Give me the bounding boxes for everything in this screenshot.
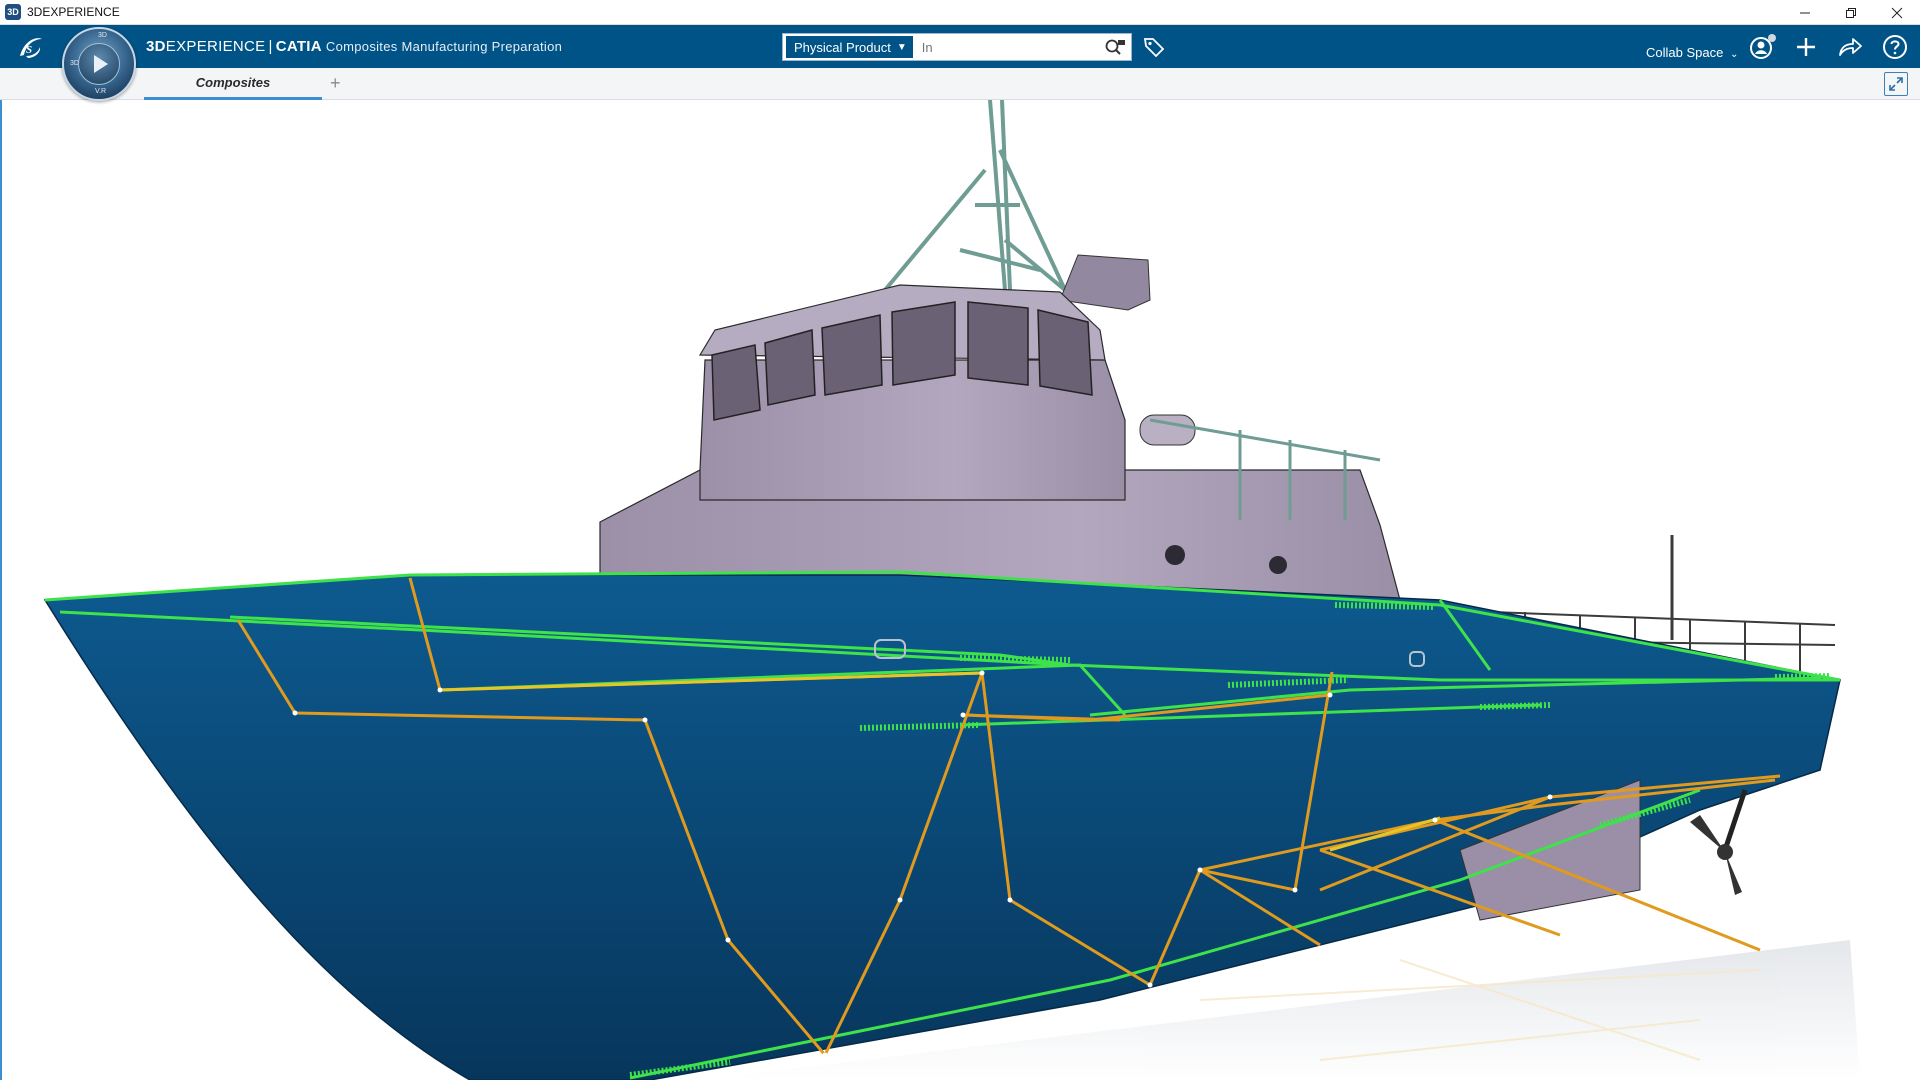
ds-logo-icon[interactable]: S bbox=[14, 31, 48, 63]
chevron-down-icon: ⌄ bbox=[1729, 49, 1739, 60]
share-button[interactable] bbox=[1835, 32, 1865, 62]
app-topbar: S 3DEXPERIENCE | CATIA Composites Manufactu… bbox=[0, 25, 1920, 68]
close-icon bbox=[1891, 7, 1903, 18]
minimize-icon bbox=[1800, 12, 1810, 13]
svg-text:S: S bbox=[26, 44, 32, 56]
user-button[interactable] bbox=[1748, 32, 1778, 62]
window-titlebar: 3D 3DEXPERIENCE bbox=[0, 0, 1920, 25]
brand-product: CATIA bbox=[275, 38, 322, 55]
compass-label-bottom: V.R bbox=[95, 88, 107, 95]
app-name: Composites Manufacturing Preparation bbox=[325, 39, 563, 54]
add-tab-button[interactable]: + bbox=[330, 73, 341, 94]
boat-model[interactable] bbox=[0, 100, 1920, 1080]
collab-space-label: Collab Space bbox=[1646, 45, 1724, 60]
mast bbox=[883, 100, 1067, 292]
brand-title: 3DEXPERIENCE | CATIA Composites Manufacturi… bbox=[146, 38, 562, 55]
help-button[interactable] bbox=[1880, 32, 1910, 62]
3d-viewport[interactable] bbox=[0, 100, 1920, 1080]
share-icon bbox=[1839, 38, 1862, 56]
search-box: Physical Product ▼ bbox=[782, 33, 1132, 61]
chevron-down-icon: ▼ bbox=[896, 41, 907, 53]
restore-icon bbox=[1846, 7, 1856, 18]
user-icon bbox=[1750, 34, 1776, 59]
add-button[interactable] bbox=[1791, 32, 1821, 62]
tag-icon[interactable] bbox=[1142, 35, 1166, 59]
search-scope-select[interactable]: Physical Product ▼ bbox=[786, 36, 913, 58]
tab-composites[interactable]: Composites bbox=[144, 68, 322, 100]
search-icon[interactable] bbox=[1103, 36, 1127, 58]
window-title: 3DEXPERIENCE bbox=[27, 5, 120, 19]
brand-3d: 3D bbox=[146, 38, 166, 55]
radar-housing bbox=[1059, 254, 1151, 311]
compass-label-top: 3D bbox=[98, 32, 107, 39]
plus-icon bbox=[1797, 38, 1815, 56]
fullscreen-icon bbox=[1889, 77, 1903, 91]
viewport-left-border bbox=[0, 100, 2, 1080]
minimize-button[interactable] bbox=[1782, 0, 1828, 25]
search-input[interactable] bbox=[915, 36, 1103, 58]
window-controls bbox=[1782, 0, 1920, 25]
tab-bar: Composites + bbox=[0, 68, 1920, 100]
help-icon bbox=[1883, 35, 1907, 59]
play-icon bbox=[94, 55, 108, 73]
3ds-app-icon: 3D bbox=[5, 4, 21, 20]
brand-experience: EXPERIENCE bbox=[165, 38, 266, 55]
restore-button[interactable] bbox=[1828, 0, 1874, 25]
fullscreen-button[interactable] bbox=[1884, 72, 1908, 96]
brand-separator: | bbox=[268, 38, 273, 55]
collab-space-menu[interactable]: Collab Space ⌄ bbox=[1646, 45, 1738, 60]
search-scope-label: Physical Product bbox=[794, 39, 891, 55]
close-button[interactable] bbox=[1874, 0, 1920, 25]
compass-widget[interactable]: 3D 3D V.R bbox=[62, 27, 136, 101]
compass-play-button[interactable] bbox=[78, 43, 120, 85]
